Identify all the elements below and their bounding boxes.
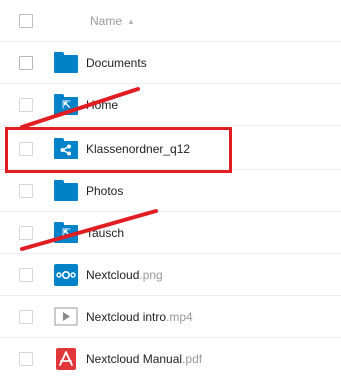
- file-row[interactable]: Documents: [0, 42, 341, 84]
- nextcloud-image-icon: [54, 264, 78, 286]
- folder-icon: [54, 180, 78, 202]
- row-checkbox[interactable]: [19, 56, 33, 70]
- folder-icon: [54, 52, 78, 74]
- file-row[interactable]: Nextcloud Manual.pdf: [0, 338, 341, 380]
- row-checkbox[interactable]: [19, 310, 33, 324]
- file-row[interactable]: Nextcloud.png: [0, 254, 341, 296]
- highlight-annotation-box: [5, 127, 232, 173]
- file-name[interactable]: Photos: [86, 184, 123, 198]
- select-all-checkbox[interactable]: [19, 14, 33, 28]
- file-name[interactable]: Tausch: [86, 226, 124, 240]
- file-name[interactable]: Documents: [86, 56, 147, 70]
- external-storage-folder-icon: ⇱: [54, 222, 78, 244]
- file-row[interactable]: Photos: [0, 170, 341, 212]
- pdf-icon: [54, 348, 78, 370]
- file-row[interactable]: ⇱ Tausch: [0, 212, 341, 254]
- file-name[interactable]: Home: [86, 98, 118, 112]
- file-name[interactable]: Nextcloud.png: [86, 268, 163, 282]
- file-list-header: Name ▲: [0, 0, 341, 42]
- file-name[interactable]: Nextcloud intro.mp4: [86, 310, 193, 324]
- external-storage-folder-icon: ⇱: [54, 94, 78, 116]
- name-column-label: Name: [90, 14, 123, 28]
- name-column-header[interactable]: Name ▲: [90, 14, 135, 28]
- file-row[interactable]: Nextcloud intro.mp4: [0, 296, 341, 338]
- file-name[interactable]: Nextcloud Manual.pdf: [86, 352, 202, 366]
- file-row[interactable]: ⇱ Home: [0, 84, 341, 126]
- row-checkbox[interactable]: [19, 352, 33, 366]
- sort-ascending-icon: ▲: [127, 17, 135, 26]
- row-checkbox[interactable]: [19, 226, 33, 240]
- row-checkbox[interactable]: [19, 268, 33, 282]
- video-play-icon: [54, 306, 78, 328]
- row-checkbox[interactable]: [19, 98, 33, 112]
- row-checkbox[interactable]: [19, 184, 33, 198]
